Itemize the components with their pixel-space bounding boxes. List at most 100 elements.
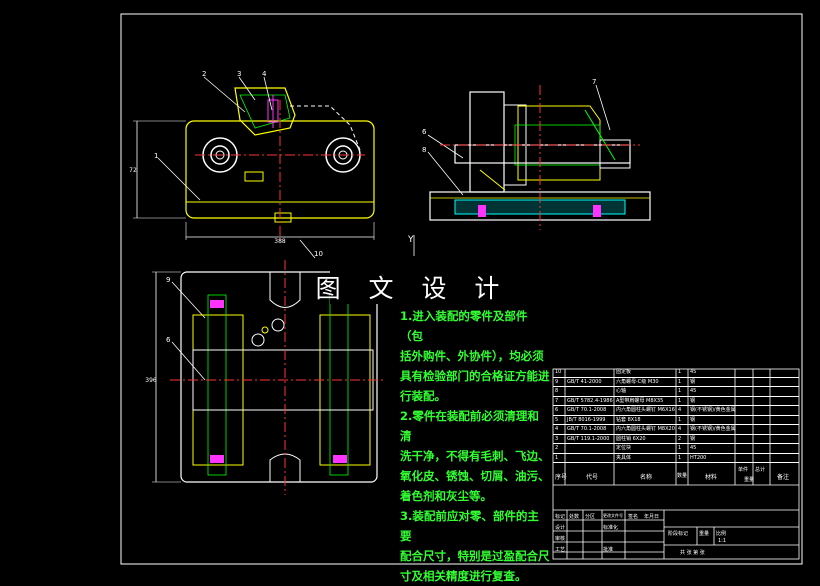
banner-text: 图 文 设 计: [315, 274, 510, 303]
bom-cell-no: 4: [555, 426, 559, 432]
bom-cell-code: GB/T 119.1-2000: [567, 435, 610, 442]
bom-cell-name: 定位块: [616, 445, 632, 451]
note-line: 2.零件在装配前必须清理和清: [400, 409, 539, 443]
bom-cell-code: GB/T 70.1-2008: [567, 426, 607, 432]
note-line: 括外购件、外协件），均必须: [400, 349, 544, 363]
bom-row: 8 心轴 1 45: [553, 388, 799, 397]
bom-row: 1 夹具体 1 HT200: [553, 454, 799, 463]
bom-cell-mat: 45: [690, 369, 697, 375]
bom-cell-no: 3: [555, 435, 559, 442]
tb-label: 工艺: [555, 547, 566, 553]
bom-cell-name: 内六角圆柱头螺钉 M8X20: [616, 426, 675, 432]
technical-requirements: 1.进入装配的零件及部件（包 括外购件、外协件），均必须 具有检验部门的合格证方…: [400, 306, 550, 586]
dim-width: 388: [274, 238, 286, 245]
header-weight: 重量: [744, 477, 755, 483]
bom-cell-qty: 1: [678, 378, 682, 385]
note-line: 配合尺寸，特别是过盈配合尺: [400, 549, 550, 563]
balloon-6a: 6: [422, 128, 427, 136]
bom-cell-no: 5: [555, 416, 559, 423]
bom-cell-name: 六角螺母-C级 M30: [616, 378, 659, 385]
bom-cell-name: 钻套 8X18: [616, 416, 641, 423]
note-line: 寸及相关精度进行复查。: [400, 569, 527, 583]
tb-label: 重量: [699, 531, 710, 537]
bom-cell-qty: 1: [678, 416, 682, 423]
note-line: 着色剂和灰尘等。: [400, 489, 492, 503]
front-view: [133, 87, 375, 240]
balloon-4: 4: [262, 70, 267, 78]
tb-label: 分区: [585, 514, 596, 520]
bom-cell-mat: 钢: [690, 397, 696, 404]
header-name: 名称: [640, 474, 653, 481]
bom-row: 3 GB/T 119.1-2000 圆柱销 6X20 2 钢: [553, 435, 799, 444]
bom-cell-name: 圆柱销 6X20: [616, 435, 646, 442]
bom-row: 6 GB/T 70.1-2008 内六角圆柱头螺钉 M6X16 4 钢(不锈钢)/黄色金…: [553, 407, 799, 416]
tb-sheet: 共 张 第 张: [680, 550, 705, 556]
bom-cell-mat: 钢(不锈钢)/黄色金属: [690, 426, 736, 432]
dim-depth: 396: [145, 377, 157, 384]
header-qty: 数量: [677, 473, 688, 479]
balloon-1: 1: [154, 152, 158, 160]
header-no: 序号: [555, 474, 568, 481]
tb-label: 年月日: [644, 514, 660, 520]
tb-label: 比例: [716, 531, 727, 537]
bom-cell-no: 1: [555, 454, 559, 461]
bom-cell-name: 固定板: [616, 369, 632, 375]
bom-row: 9 GB/T 41-2000 六角螺母-C级 M30 1 钢: [553, 378, 799, 387]
balloon-6b: 6: [166, 336, 171, 344]
bom-cell-mat: HT200: [690, 454, 707, 461]
note-line: 洗干净，不得有毛刺、飞边、: [400, 449, 550, 463]
header-unit-weight: 单件: [738, 467, 749, 473]
tb-label: 审核: [555, 536, 566, 542]
balloon-2: 2: [202, 70, 206, 78]
header-material: 材料: [705, 474, 718, 481]
tb-label: 设计: [555, 525, 566, 531]
bom-cell-code: GB/T 70.1-2008: [567, 407, 607, 413]
tb-label: 签名: [628, 514, 639, 520]
bom-cell-qty: 1: [678, 388, 682, 394]
bom-cell-code: GB/T 5782.4-1986: [567, 397, 613, 404]
bom-row: 4 GB/T 70.1-2008 内六角圆柱头螺钉 M8X20 4 钢(不锈钢)/黄色金…: [553, 426, 799, 435]
bom-cell-mat: 钢(不锈钢)/黄色金属: [690, 407, 736, 413]
bom-cell-mat: 45: [690, 388, 697, 394]
header-code: 代号: [586, 474, 599, 481]
bom-cell-no: 8: [555, 388, 559, 394]
bom-row: 10 固定板 1 45: [553, 369, 799, 378]
note-line: 行装配。: [400, 389, 446, 403]
bom-cell-qty: 1: [678, 397, 682, 404]
tb-label: 标准化: [603, 525, 619, 531]
axis-y-label: Y: [407, 235, 414, 245]
bom-cell-no: 7: [555, 397, 559, 404]
bom-cell-no: 9: [555, 378, 559, 385]
bom-row: 2 定位块 1 45: [553, 445, 799, 454]
bom-cell-mat: 钢: [690, 435, 696, 442]
tb-label: 阶段标记: [668, 531, 689, 537]
note-line: 1.进入装配的零件及部件（包: [400, 309, 528, 343]
bom-cell-no: 6: [555, 407, 559, 413]
bom-cell-mat: 钢: [690, 378, 696, 385]
tb-label: 更改文件号: [603, 513, 623, 518]
bom-row: 5 JB/T 8016-1999 钻套 8X18 1 钢: [553, 416, 799, 425]
bom-cell-mat: 钢: [690, 416, 696, 423]
bom-cell-mat: 45: [690, 445, 697, 451]
dim-height: 72: [129, 167, 137, 174]
bom-cell-code: JB/T 8016-1999: [567, 416, 606, 423]
tb-label: 标记: [555, 514, 566, 520]
bom-cell-qty: 1: [678, 454, 682, 461]
bom-cell-name: 心轴: [616, 388, 627, 394]
balloon-7: 7: [592, 78, 596, 86]
bom-cell-qty: 4: [678, 426, 682, 432]
header-total-weight: 总计: [755, 467, 766, 473]
side-view: [429, 85, 651, 230]
bom-cell-qty: 2: [678, 435, 682, 442]
note-line: 氧化皮、锈蚀、切屑、油污、: [400, 469, 550, 483]
header-remark: 备注: [777, 474, 790, 481]
tb-scale: 1:1: [718, 538, 727, 544]
bom-cell-qty: 1: [678, 369, 682, 375]
bom-cell-name: 内六角圆柱头螺钉 M6X16: [616, 407, 675, 413]
bom-cell-name: A型带肩螺母 M8X35: [616, 397, 664, 404]
watermark-banner: 图 文 设 计: [316, 270, 499, 304]
bom-row: 7 GB/T 5782.4-1986 A型带肩螺母 M8X35 1 钢: [553, 397, 799, 406]
note-line: 具有检验部门的合格证方能进: [400, 369, 550, 383]
bom-cell-code: GB/T 41-2000: [567, 378, 602, 385]
bom-cell-qty: 1: [678, 445, 682, 451]
